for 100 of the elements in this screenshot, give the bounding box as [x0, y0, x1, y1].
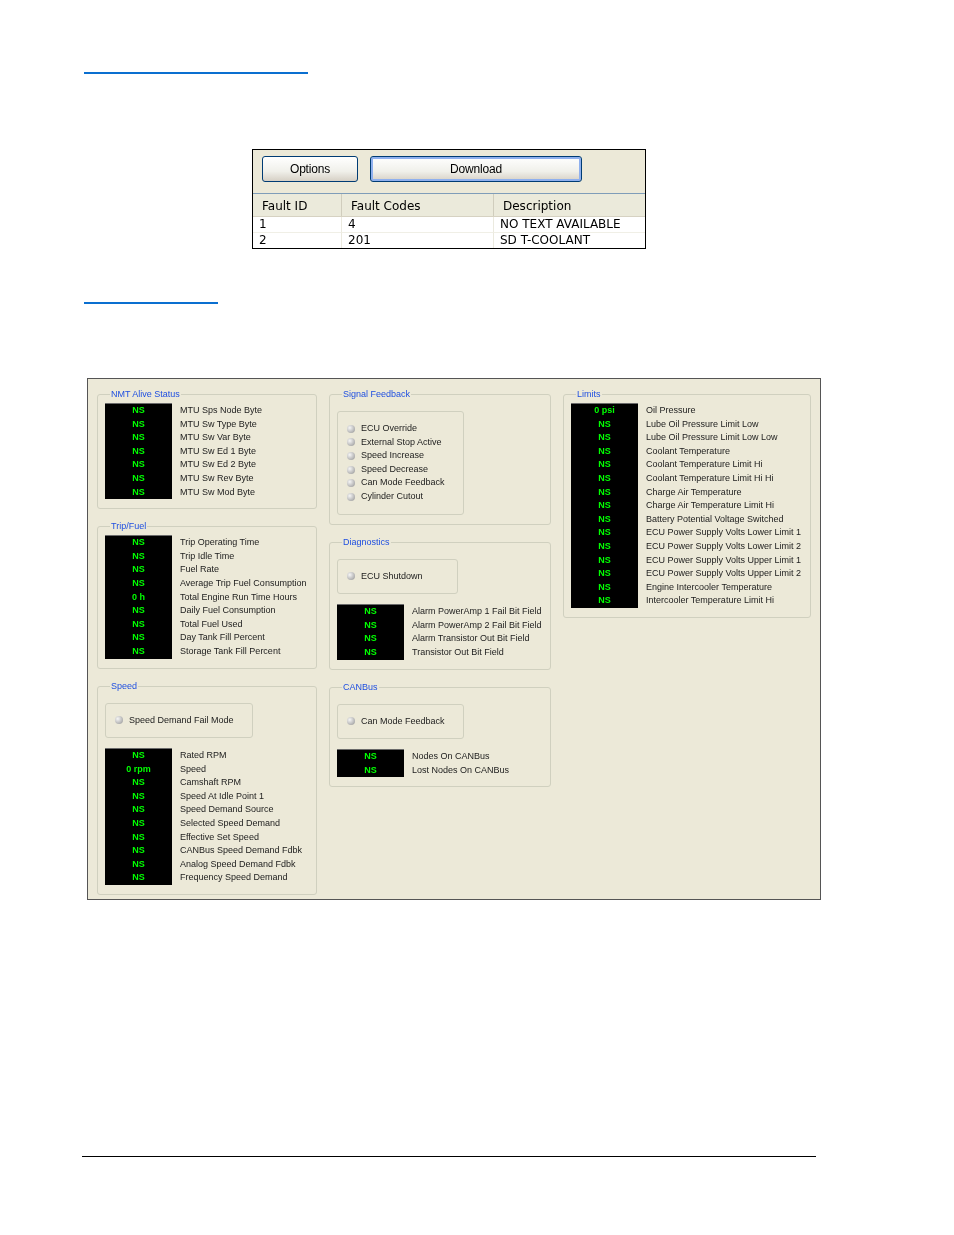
- readout-label: Total Engine Run Time Hours: [180, 590, 298, 604]
- readout-label: MTU Sw Rev Byte: [180, 471, 254, 485]
- readout-label: Storage Tank Fill Percent: [180, 644, 281, 658]
- readout-value: NS: [131, 417, 146, 431]
- readout-label: Speed: [180, 762, 207, 776]
- indicator-label: ECU Override: [361, 422, 417, 435]
- readout-label: Battery Potential Voltage Switched: [646, 512, 784, 526]
- readout-label: Coolant Temperature Limit Hi: [646, 458, 763, 472]
- readout-value: NS: [131, 776, 146, 790]
- readout-value: NS: [597, 580, 612, 594]
- readout-value: NS: [131, 444, 146, 458]
- readout-value: NS: [363, 605, 378, 619]
- readout-label: CANBus Speed Demand Fdbk: [180, 844, 303, 858]
- readout-label: MTU Sps Node Byte: [180, 404, 263, 417]
- readout-value: NS: [597, 431, 612, 445]
- readout-label: Lost Nodes On CANBus: [412, 763, 510, 777]
- group-title: CANBus: [342, 681, 379, 693]
- readout-value: NS: [597, 594, 612, 608]
- readout-value: NS: [363, 763, 378, 777]
- table-cell: 201: [342, 233, 494, 248]
- indicator-label: Can Mode Feedback: [361, 476, 445, 490]
- readout-label: Lube Oil Pressure Limit Low Low: [646, 431, 778, 445]
- readout-label: Trip Idle Time: [180, 549, 235, 563]
- group-title: Trip/Fuel: [110, 521, 148, 533]
- group-title: NMT Alive Status: [110, 389, 181, 400]
- table-cell: 4: [342, 217, 494, 233]
- readout-value: NS: [131, 749, 146, 763]
- readout-value: NS: [131, 563, 146, 577]
- readout-value: NS: [131, 644, 146, 658]
- readout-label: Coolant Temperature: [646, 444, 730, 458]
- readout-value: NS: [131, 576, 146, 590]
- table-cell: NO TEXT AVAILABLE: [494, 217, 645, 233]
- readout-value: NS: [597, 499, 612, 513]
- readout-label: Trip Operating Time: [180, 536, 260, 550]
- readout-value: NS: [597, 417, 612, 431]
- indicator-label: Cylinder Cutout: [361, 489, 424, 503]
- table-cell: 2: [253, 233, 342, 248]
- column-header[interactable]: Fault Codes: [342, 194, 494, 216]
- readout-value: NS: [131, 536, 146, 550]
- readout-label: Lube Oil Pressure Limit Low: [646, 417, 759, 431]
- readout-label: Average Trip Fuel Consumption: [180, 576, 307, 590]
- readout-label: Fuel Rate: [180, 563, 220, 577]
- readout-label: Engine Intercooler Temperature: [646, 580, 772, 594]
- indicator-label: External Stop Active: [361, 435, 442, 449]
- download-button[interactable]: Download: [370, 156, 582, 182]
- readout-value: NS: [597, 539, 612, 553]
- readout-label: Total Fuel Used: [180, 617, 243, 631]
- readout-label: ECU Power Supply Volts Lower Limit 1: [646, 526, 802, 540]
- readout-label: MTU Sw Ed 1 Byte: [180, 444, 257, 458]
- readout-value: NS: [597, 458, 612, 472]
- readout-value: NS: [597, 471, 612, 485]
- group-title: Speed: [110, 680, 139, 692]
- indicator-label: Speed Increase: [361, 449, 425, 463]
- readout-value: NS: [131, 404, 146, 417]
- readout-value: NS: [363, 632, 378, 646]
- readout-label: Nodes On CANBus: [412, 750, 490, 764]
- readout-label: ECU Power Supply Volts Upper Limit 1: [646, 553, 802, 567]
- readout-label: MTU Sw Type Byte: [180, 417, 257, 431]
- table-cell-text: SD T-COOLANT: [499, 233, 591, 248]
- readout-label: Speed At Idle Point 1: [180, 789, 265, 803]
- readout-value: NS: [131, 857, 146, 871]
- readout-label: Oil Pressure: [646, 404, 696, 417]
- readout-value: NS: [131, 485, 146, 499]
- readout-value: NS: [597, 512, 612, 526]
- indicator-label: Speed Decrease: [361, 462, 429, 476]
- readout-value: NS: [131, 431, 146, 445]
- readout-label: Analog Speed Demand Fdbk: [180, 857, 296, 871]
- readout-label: MTU Sw Ed 2 Byte: [180, 458, 257, 472]
- readout-value: NS: [131, 871, 146, 885]
- readout-value: NS: [597, 526, 612, 540]
- readout-value: NS: [363, 750, 378, 764]
- column-header[interactable]: Fault ID: [253, 194, 342, 216]
- readout-label: Alarm PowerAmp 1 Fail Bit Field: [412, 605, 542, 619]
- indicator-label: Can Mode Feedback: [361, 714, 445, 728]
- indicator-label: ECU Shutdown: [361, 569, 423, 583]
- readout-value: NS: [131, 631, 146, 645]
- readout-value: NS: [131, 617, 146, 631]
- options-button[interactable]: Options: [262, 156, 358, 182]
- table-cell: 1: [253, 217, 342, 233]
- readout-label: Transistor Out Bit Field: [412, 645, 504, 659]
- indicator-label: Speed Demand Fail Mode: [129, 713, 234, 727]
- column-header[interactable]: Description: [494, 194, 645, 216]
- readout-value: NS: [131, 471, 146, 485]
- readout-label: Camshaft RPM: [180, 776, 241, 790]
- readout-value: NS: [131, 844, 146, 858]
- readout-value: NS: [131, 803, 146, 817]
- group-title: Diagnostics: [342, 536, 391, 548]
- readout-label: MTU Sw Var Byte: [180, 431, 251, 445]
- readout-value: NS: [131, 830, 146, 844]
- readout-label: ECU Power Supply Volts Upper Limit 2: [646, 567, 802, 581]
- readout-value: NS: [363, 618, 378, 632]
- readout-value: 0 psi: [593, 404, 616, 417]
- readout-value: NS: [597, 485, 612, 499]
- readout-value: NS: [597, 444, 612, 458]
- readout-value: NS: [597, 567, 612, 581]
- readout-label: Effective Set Speed: [180, 830, 259, 844]
- readout-label: Daily Fuel Consumption: [180, 604, 276, 618]
- readout-label: Coolant Temperature Limit Hi Hi: [646, 471, 774, 485]
- group-title: Signal Feedback: [342, 389, 412, 400]
- readout-value: NS: [131, 549, 146, 563]
